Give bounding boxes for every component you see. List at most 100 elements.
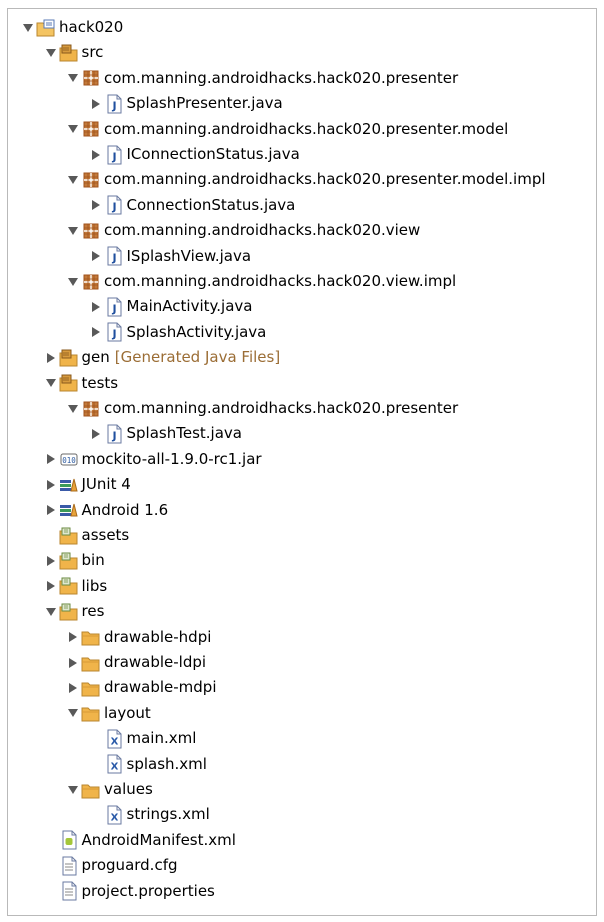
expand-toggle[interactable]	[89, 249, 103, 263]
tree-item-label: SplashTest.java	[126, 424, 242, 443]
expand-toggle[interactable]	[66, 706, 80, 720]
tree-item-label: ConnectionStatus.java	[126, 195, 296, 214]
tree-item[interactable]: J IConnectionStatus.java	[89, 142, 300, 167]
expand-toggle[interactable]	[89, 300, 103, 314]
expand-toggle[interactable]	[44, 605, 58, 619]
expand-toggle[interactable]	[66, 783, 80, 797]
tree-item-label: drawable-hdpi	[104, 627, 212, 646]
tree-item[interactable]: J SplashActivity.java	[89, 320, 267, 345]
tree-item[interactable]: com.manning.androidhacks.hack020.present…	[66, 117, 508, 142]
expand-toggle[interactable]	[44, 376, 58, 390]
folder-icon	[81, 627, 101, 647]
tree-item[interactable]: com.manning.androidhacks.hack020.present…	[66, 396, 458, 421]
tree-item[interactable]: J SplashTest.java	[89, 421, 242, 446]
tree-item[interactable]: J MainActivity.java	[89, 294, 252, 319]
tree-item-label: res	[81, 602, 105, 621]
resource-folder-icon	[59, 602, 79, 622]
tree-item[interactable]: J SplashPresenter.java	[89, 91, 283, 116]
expand-toggle[interactable]	[66, 402, 80, 416]
tree-item[interactable]: gen [Generated Java Files]	[44, 345, 281, 370]
project-icon	[36, 18, 56, 38]
expand-toggle[interactable]	[89, 148, 103, 162]
tree-item[interactable]: Xstrings.xml	[89, 802, 210, 827]
expand-toggle	[89, 757, 103, 771]
tree-item-label: SplashActivity.java	[126, 322, 267, 341]
tree-item[interactable]: JUnit 4	[44, 472, 131, 497]
tree-item[interactable]: bin	[44, 548, 105, 573]
expand-toggle[interactable]	[44, 351, 58, 365]
tree-item-label: hack020	[59, 18, 124, 36]
java-file-icon: J	[104, 94, 124, 114]
tree-item-label: com.manning.androidhacks.hack020.present…	[104, 119, 509, 138]
expand-toggle[interactable]	[89, 97, 103, 111]
tree-item[interactable]: drawable-hdpi	[66, 625, 211, 650]
expand-toggle[interactable]	[66, 122, 80, 136]
tree-item-decoration: [Generated Java Files]	[114, 348, 281, 367]
tree-item-label: com.manning.androidhacks.hack020.view.im…	[104, 272, 457, 290]
expand-toggle[interactable]	[89, 427, 103, 441]
expand-toggle[interactable]	[44, 554, 58, 568]
expand-toggle[interactable]	[44, 46, 58, 60]
expand-toggle[interactable]	[66, 173, 80, 187]
tree-item-label: com.manning.androidhacks.hack020.present…	[104, 68, 459, 87]
java-file-icon: J	[104, 246, 124, 266]
expand-toggle[interactable]	[89, 325, 103, 339]
expand-toggle	[44, 833, 58, 847]
svg-text:X: X	[110, 812, 118, 823]
tree-item[interactable]: com.manning.androidhacks.hack020.present…	[66, 167, 546, 192]
java-file-icon: J	[104, 322, 124, 342]
expand-toggle	[89, 808, 103, 822]
tree-item[interactable]: com.manning.androidhacks.hack020.view	[66, 218, 420, 243]
tree-item[interactable]: 010 mockito-all-1.9.0-rc1.jar	[44, 447, 262, 472]
tree-item[interactable]: J ISplashView.java	[89, 244, 251, 269]
tree-item[interactable]: src	[44, 40, 103, 65]
expand-toggle[interactable]	[44, 503, 58, 517]
tree-item[interactable]: J ConnectionStatus.java	[89, 193, 296, 218]
tree-item-label: project.properties	[81, 881, 215, 900]
tree-item[interactable]: AndroidManifest.xml	[44, 828, 236, 853]
tree-item[interactable]: Xmain.xml	[89, 726, 197, 751]
tree-item[interactable]: Android 1.6	[44, 498, 168, 523]
expand-toggle	[89, 732, 103, 746]
folder-icon	[81, 780, 101, 800]
expand-toggle[interactable]	[66, 681, 80, 695]
expand-toggle[interactable]	[66, 275, 80, 289]
tree-item-label: assets	[81, 526, 130, 544]
package-icon	[81, 221, 101, 241]
expand-toggle	[44, 529, 58, 543]
expand-toggle[interactable]	[44, 478, 58, 492]
package-icon	[81, 68, 101, 88]
tree-item[interactable]: proguard.cfg	[44, 853, 178, 878]
folder-icon	[81, 703, 101, 723]
source-folder-icon	[59, 373, 79, 393]
tree-item[interactable]: com.manning.androidhacks.hack020.view.im…	[66, 269, 456, 294]
expand-toggle[interactable]	[66, 656, 80, 670]
tree-item-label: com.manning.androidhacks.hack020.present…	[104, 170, 546, 189]
source-folder-icon	[59, 348, 79, 368]
expand-toggle[interactable]	[21, 21, 35, 35]
tree-item-label: main.xml	[126, 729, 197, 748]
expand-toggle[interactable]	[44, 579, 58, 593]
expand-toggle[interactable]	[89, 198, 103, 212]
tree-item[interactable]: tests	[44, 371, 118, 396]
tree-item[interactable]: libs	[44, 574, 107, 599]
expand-toggle[interactable]	[66, 630, 80, 644]
expand-toggle[interactable]	[66, 71, 80, 85]
folder-icon	[81, 653, 101, 673]
tree-item[interactable]: drawable-mdpi	[66, 675, 217, 700]
package-icon	[81, 399, 101, 419]
expand-toggle[interactable]	[66, 224, 80, 238]
tree-item[interactable]: Xsplash.xml	[89, 752, 207, 777]
xml-file-icon: X	[104, 805, 124, 825]
tree-item[interactable]: hack020	[21, 15, 123, 40]
expand-toggle[interactable]	[44, 452, 58, 466]
expand-toggle	[44, 884, 58, 898]
tree-item[interactable]: values	[66, 777, 153, 802]
java-file-icon: J	[104, 195, 124, 215]
tree-item[interactable]: project.properties	[44, 879, 215, 904]
tree-item[interactable]: res	[44, 599, 105, 624]
tree-item[interactable]: layout	[66, 701, 151, 726]
tree-item[interactable]: com.manning.androidhacks.hack020.present…	[66, 66, 458, 91]
tree-item[interactable]: assets	[44, 523, 130, 548]
tree-item[interactable]: drawable-ldpi	[66, 650, 206, 675]
